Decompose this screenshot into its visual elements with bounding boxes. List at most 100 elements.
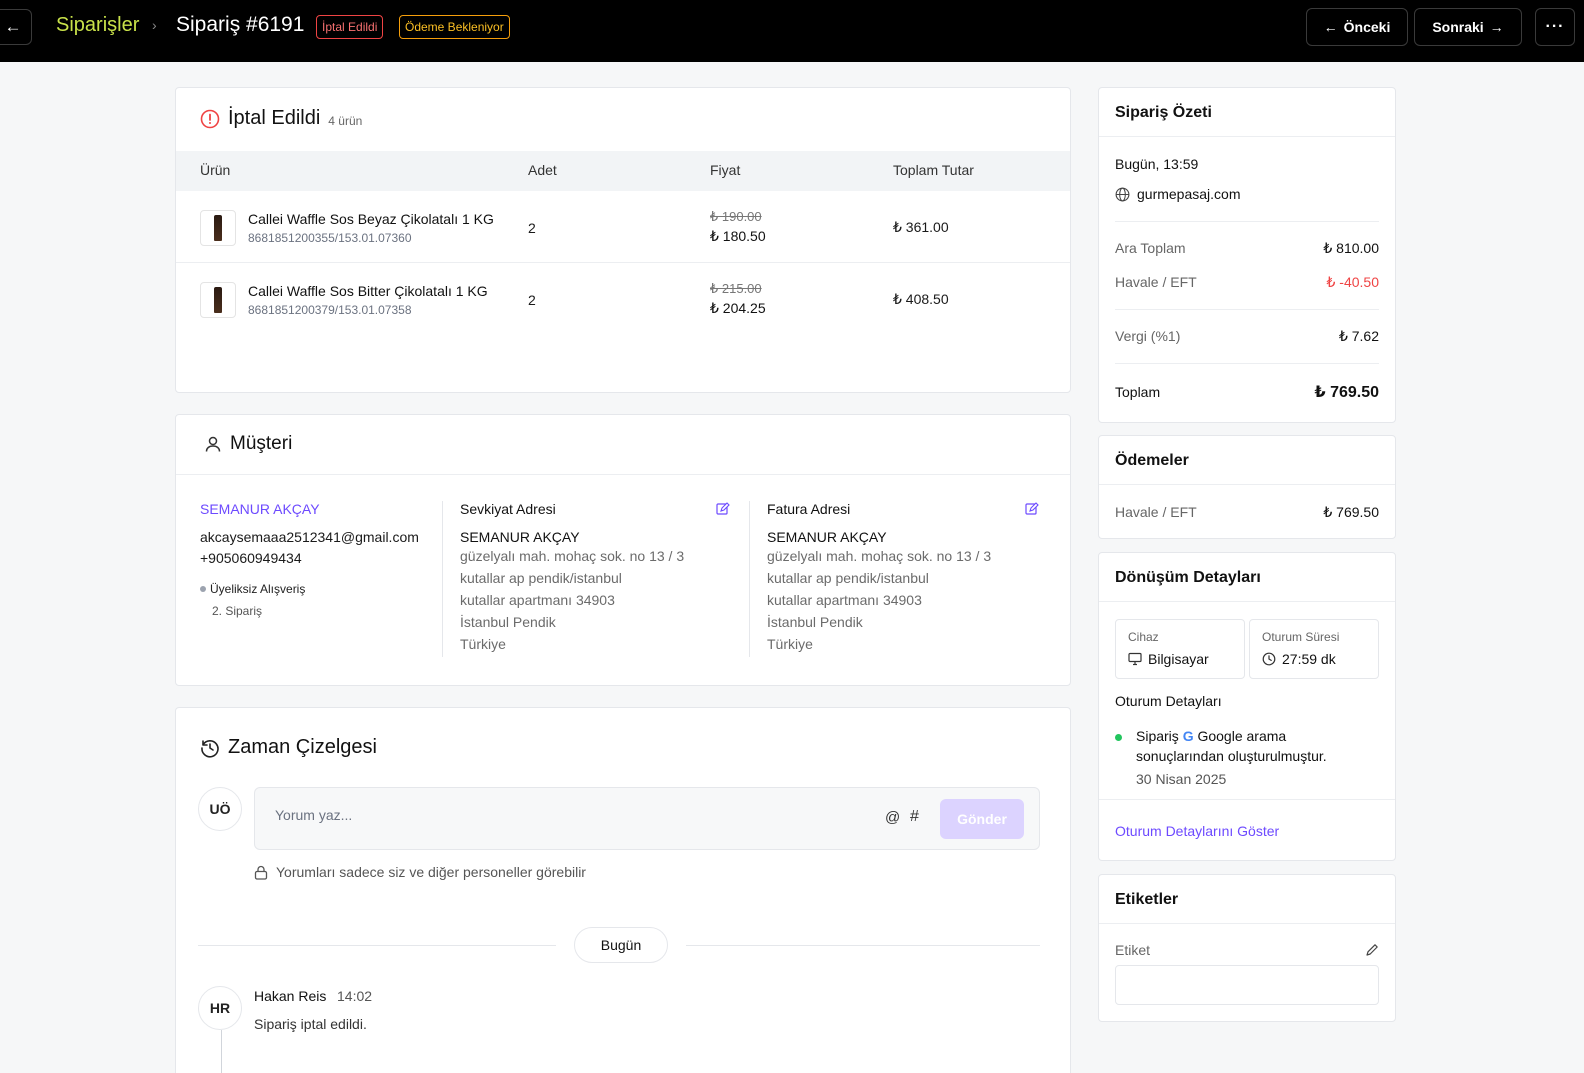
session-date: 30 Nisan 2025 <box>1136 771 1227 787</box>
table-row[interactable]: Callei Waffle Sos Bitter Çikolatalı 1 KG… <box>176 263 1070 335</box>
globe-icon <box>1115 187 1130 201</box>
shipping-line: Türkiye <box>460 636 506 652</box>
breadcrumb-orders[interactable]: Siparişler <box>56 14 139 37</box>
column-header-qty: Adet <box>528 162 557 178</box>
comment-input[interactable]: Yorum yaz... @ # Gönder <box>254 787 1040 850</box>
alert-circle-icon <box>200 109 220 128</box>
order-summary-card: Sipariş Özeti Bugün, 13:59 gurmepasaj.co… <box>1098 87 1396 423</box>
next-order-button[interactable]: Sonraki → <box>1414 8 1522 46</box>
summary-title: Sipariş Özeti <box>1115 104 1212 121</box>
payment-amount: ₺ 769.50 <box>1323 504 1379 520</box>
google-icon: G <box>1182 728 1194 744</box>
billing-line: kutallar ap pendik/istanbul <box>767 570 929 586</box>
shipping-address: Sevkiyat Adresi SEMANUR AKÇAY güzelyalı … <box>460 501 730 655</box>
shipping-line: İstanbul Pendik <box>460 614 556 630</box>
divider <box>1099 799 1395 800</box>
items-title: İptal Edildi <box>228 107 321 129</box>
billing-line: Türkiye <box>767 636 813 652</box>
comment-placeholder: Yorum yaz... <box>275 807 353 823</box>
product-sku: 8681851200379/153.01.07358 <box>248 303 412 317</box>
customer-email[interactable]: akcaysemaaa2512341@gmail.com <box>200 529 419 545</box>
ellipsis-icon: ··· <box>1545 18 1565 35</box>
order-source: gurmepasaj.com <box>1115 186 1241 202</box>
product-name[interactable]: Callei Waffle Sos Bitter Çikolatalı 1 KG <box>248 283 488 299</box>
avatar: HR <box>198 986 242 1030</box>
tags-title: Etiketler <box>1115 891 1179 908</box>
payment-method: Havale / EFT <box>1115 504 1197 520</box>
avatar: UÖ <box>198 787 242 831</box>
monitor-icon <box>1128 652 1142 666</box>
product-price: ₺ 204.25 <box>710 300 766 316</box>
tag-label: Etiket <box>1115 942 1151 958</box>
device-value: Bilgisayar <box>1128 651 1209 667</box>
customer-name-link[interactable]: SEMANUR AKÇAY <box>200 501 320 517</box>
event-time: 14:02 <box>337 988 373 1004</box>
subtotal-label: Ara Toplam <box>1115 240 1186 256</box>
divider <box>1099 601 1395 602</box>
lock-icon <box>254 865 268 880</box>
product-total: ₺ 361.00 <box>893 219 949 235</box>
session-details-title: Oturum Detayları <box>1115 693 1222 709</box>
edit-icon[interactable] <box>1025 502 1039 516</box>
shipping-address-title: Sevkiyat Adresi <box>460 501 556 517</box>
divider <box>1115 221 1379 222</box>
timeline-card: Zaman Çizelgesi UÖ Yorum yaz... @ # Gönd… <box>175 707 1071 1073</box>
hashtag-icon[interactable]: # <box>910 808 919 826</box>
back-button[interactable]: ← <box>0 9 32 45</box>
divider <box>1115 363 1379 364</box>
divider <box>442 501 443 657</box>
day-separator: Bugün <box>574 927 668 963</box>
dot-icon <box>200 586 206 592</box>
product-qty: 2 <box>528 292 536 308</box>
status-dot <box>1115 734 1122 741</box>
more-options-button[interactable]: ··· <box>1535 8 1575 46</box>
product-old-price: ₺ 190.00 <box>710 209 762 224</box>
items-header: İptal Edildi 4 ürün <box>200 107 362 130</box>
payments-title: Ödemeler <box>1115 452 1189 469</box>
send-button[interactable]: Gönder <box>940 799 1024 839</box>
tag-input[interactable] <box>1115 965 1379 1005</box>
shipping-line: güzelyalı mah. mohaç sok. no 13 / 3 <box>460 548 685 564</box>
product-sku: 8681851200355/153.01.07360 <box>248 231 412 245</box>
table-row[interactable]: Callei Waffle Sos Beyaz Çikolatalı 1 KG … <box>176 191 1070 263</box>
discount-label: Havale / EFT <box>1115 274 1197 290</box>
session-duration-label: Oturum Süresi <box>1262 630 1340 644</box>
tax-label: Vergi (%1) <box>1115 328 1181 344</box>
edit-icon[interactable] <box>716 502 730 516</box>
product-name[interactable]: Callei Waffle Sos Beyaz Çikolatalı 1 KG <box>248 211 494 227</box>
page-title: Sipariş #6191 <box>176 13 305 36</box>
discount-value: ₺ -40.50 <box>1326 274 1380 290</box>
device-box: Cihaz Bilgisayar <box>1115 619 1245 679</box>
timeline-header: Zaman Çizelgesi <box>200 736 377 759</box>
billing-address-title: Fatura Adresi <box>767 501 851 517</box>
divider <box>686 945 1040 946</box>
customer-order-count: 2. Sipariş <box>212 604 263 618</box>
shipping-line: kutallar apartmanı 34903 <box>460 592 615 608</box>
column-header-product: Ürün <box>200 162 231 178</box>
payment-status-badge: Ödeme Bekleniyor <box>399 15 510 39</box>
divider <box>1115 309 1379 310</box>
privacy-note: Yorumları sadece siz ve diğer personelle… <box>254 864 586 880</box>
product-qty: 2 <box>528 220 536 236</box>
customer-header: Müşteri <box>204 433 292 455</box>
arrow-left-icon: ← <box>1323 19 1338 35</box>
product-total: ₺ 408.50 <box>893 291 949 307</box>
previous-order-button[interactable]: ← Önceki <box>1306 8 1408 46</box>
mention-icon[interactable]: @ <box>885 809 900 826</box>
timeline-title: Zaman Çizelgesi <box>228 736 377 758</box>
divider <box>1099 484 1395 485</box>
customer-phone[interactable]: +905060949434 <box>200 550 302 566</box>
billing-line: İstanbul Pendik <box>767 614 863 630</box>
show-session-details-link[interactable]: Oturum Detaylarını Göster <box>1115 823 1279 839</box>
chevron-right-icon: › <box>152 17 157 33</box>
billing-address: Fatura Adresi SEMANUR AKÇAY güzelyalı ma… <box>767 501 1039 655</box>
total-value: ₺ 769.50 <box>1314 384 1379 401</box>
table-header: Ürün Adet Fiyat Toplam Tutar <box>176 151 1070 191</box>
total-label: Toplam <box>1115 384 1161 400</box>
customer-type-tag: Üyeliksiz Alışveriş <box>200 582 305 596</box>
pencil-icon[interactable] <box>1365 943 1379 957</box>
billing-line: kutallar apartmanı 34903 <box>767 592 922 608</box>
session-description: Sipariş G Google arama sonuçlarından olu… <box>1136 728 1327 764</box>
divider <box>176 474 1070 475</box>
billing-name: SEMANUR AKÇAY <box>767 529 887 545</box>
